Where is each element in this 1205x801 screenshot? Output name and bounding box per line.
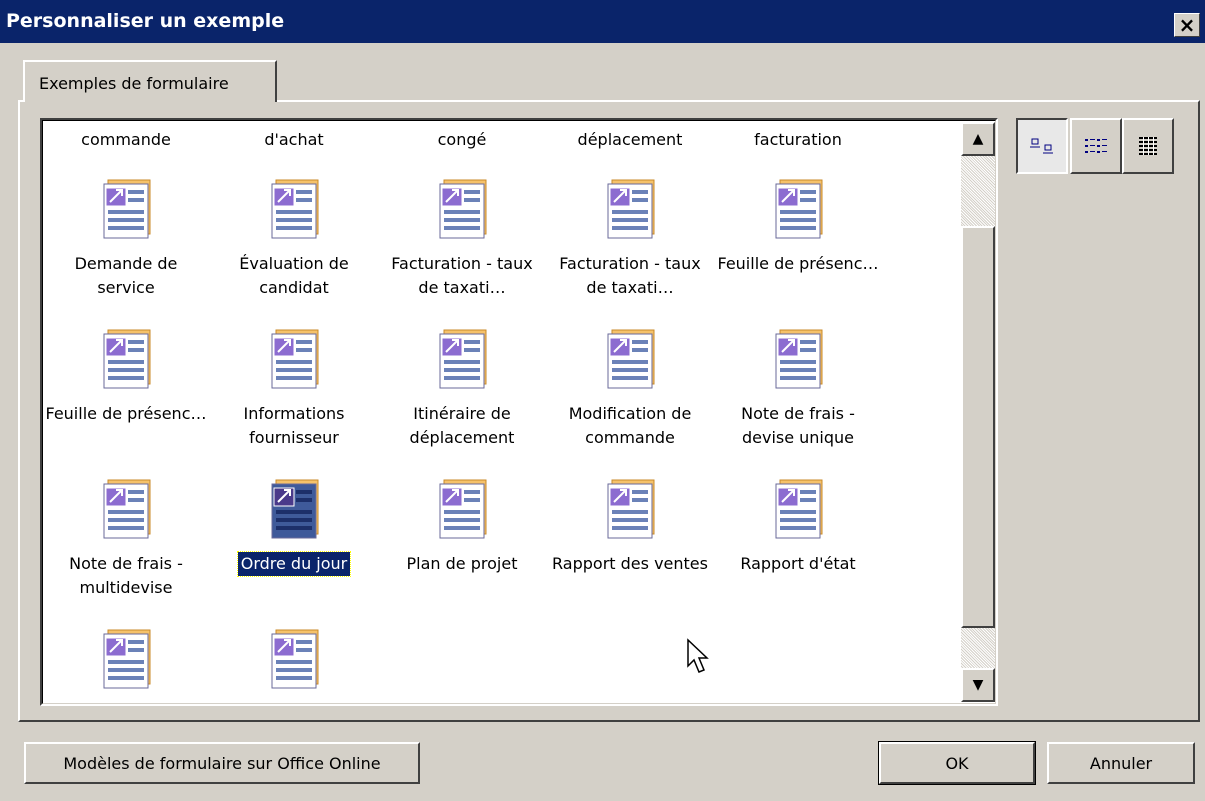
list-item-label: Plan de projet [406,554,518,573]
office-online-button[interactable]: Modèles de formulaire sur Office Online [24,742,420,784]
tab-label: Exemples de formulaire [39,74,229,93]
form-template-icon[interactable] [766,476,830,540]
form-template-icon[interactable] [262,626,326,690]
tab-exemples-de-formulaire[interactable]: Exemples de formulaire [23,60,277,102]
vertical-scrollbar[interactable]: ▲ ▼ [961,122,995,702]
template-grid: commande d'achat congé déplacement factu… [42,120,960,704]
mouse-cursor-icon [687,638,709,673]
title-bar: Personnaliser un exemple × [0,0,1205,43]
form-template-icon[interactable] [598,176,662,240]
list-item-label[interactable]: congé [378,130,546,149]
list-item-label: Itinéraire de déplacement [409,404,515,447]
list-item[interactable]: Informations fournisseur [210,402,378,450]
details-view-button[interactable] [1122,118,1174,174]
list-item[interactable]: Plan de projet [378,552,546,576]
list-item[interactable]: Note de frais - multidevise [42,552,210,600]
list-item[interactable]: Feuille de présenc… [42,402,210,426]
small-icons-view-icon [1085,139,1107,153]
scroll-thumb[interactable] [961,226,995,628]
list-item-label: Facturation - taux de taxati… [559,254,701,297]
close-icon: × [1178,13,1196,37]
list-item-label: Informations fournisseur [243,404,345,447]
window-title: Personnaliser un exemple [6,10,285,32]
form-template-icon[interactable] [430,326,494,390]
form-template-icon[interactable] [430,176,494,240]
list-item-label: Feuille de présenc… [45,404,207,423]
list-item-label: Rapport des ventes [552,554,708,573]
list-item[interactable]: Évaluation de candidat [210,252,378,300]
list-item-label: Note de frais - devise unique [741,404,855,447]
small-icons-view-button[interactable] [1070,118,1122,174]
list-item[interactable]: Demande de service [42,252,210,300]
arrow-down-icon: ▼ [972,677,984,693]
cancel-button[interactable]: Annuler [1047,742,1195,784]
form-template-icon[interactable] [766,176,830,240]
arrow-up-icon: ▲ [972,131,984,147]
list-item-label: Évaluation de candidat [239,254,349,297]
large-icons-view-icon [1030,138,1053,154]
list-item-label[interactable]: commande [42,130,210,149]
list-item[interactable]: Facturation - taux de taxati… [378,252,546,300]
office-online-label: Modèles de formulaire sur Office Online [63,753,381,773]
template-list[interactable]: commande d'achat congé déplacement factu… [40,118,998,706]
cancel-label: Annuler [1089,753,1153,773]
form-template-icon[interactable] [94,626,158,690]
list-item[interactable]: Rapport des ventes [546,552,714,576]
close-button[interactable]: × [1174,13,1200,37]
list-item[interactable]: Feuille de présenc… [714,252,882,276]
list-item-label: Facturation - taux de taxati… [391,254,533,297]
list-item-label[interactable]: d'achat [210,130,378,149]
form-template-icon[interactable] [262,476,326,540]
list-item[interactable]: Rapport d'état [714,552,882,576]
form-template-icon[interactable] [94,326,158,390]
form-template-icon[interactable] [430,476,494,540]
list-item-label: Modification de commande [568,404,692,447]
ok-label: OK [945,753,969,773]
list-item-selected[interactable]: Ordre du jour [210,551,378,577]
list-item[interactable]: Modification de commande [546,402,714,450]
form-template-icon[interactable] [262,176,326,240]
list-item-label: Rapport d'état [740,554,856,573]
form-template-icon[interactable] [598,476,662,540]
list-item-label: Note de frais - multidevise [69,554,183,597]
list-item-label[interactable]: déplacement [546,130,714,149]
form-template-icon[interactable] [94,476,158,540]
list-item[interactable]: Note de frais - devise unique [714,402,882,450]
scroll-up-button[interactable]: ▲ [961,122,995,156]
list-item-label[interactable]: facturation [714,130,882,149]
form-template-icon[interactable] [598,326,662,390]
large-icons-view-button[interactable] [1016,118,1068,174]
form-template-icon[interactable] [766,326,830,390]
form-template-icon[interactable] [94,176,158,240]
list-item-label: Ordre du jour [236,551,352,577]
ok-button[interactable]: OK [878,741,1036,785]
list-item[interactable]: Itinéraire de déplacement [378,402,546,450]
list-item-label: Feuille de présenc… [717,254,879,273]
scroll-down-button[interactable]: ▼ [961,668,995,702]
list-item[interactable]: Facturation - taux de taxati… [546,252,714,300]
list-item-label: Demande de service [74,254,178,297]
details-view-icon [1139,137,1157,155]
form-template-icon[interactable] [262,326,326,390]
